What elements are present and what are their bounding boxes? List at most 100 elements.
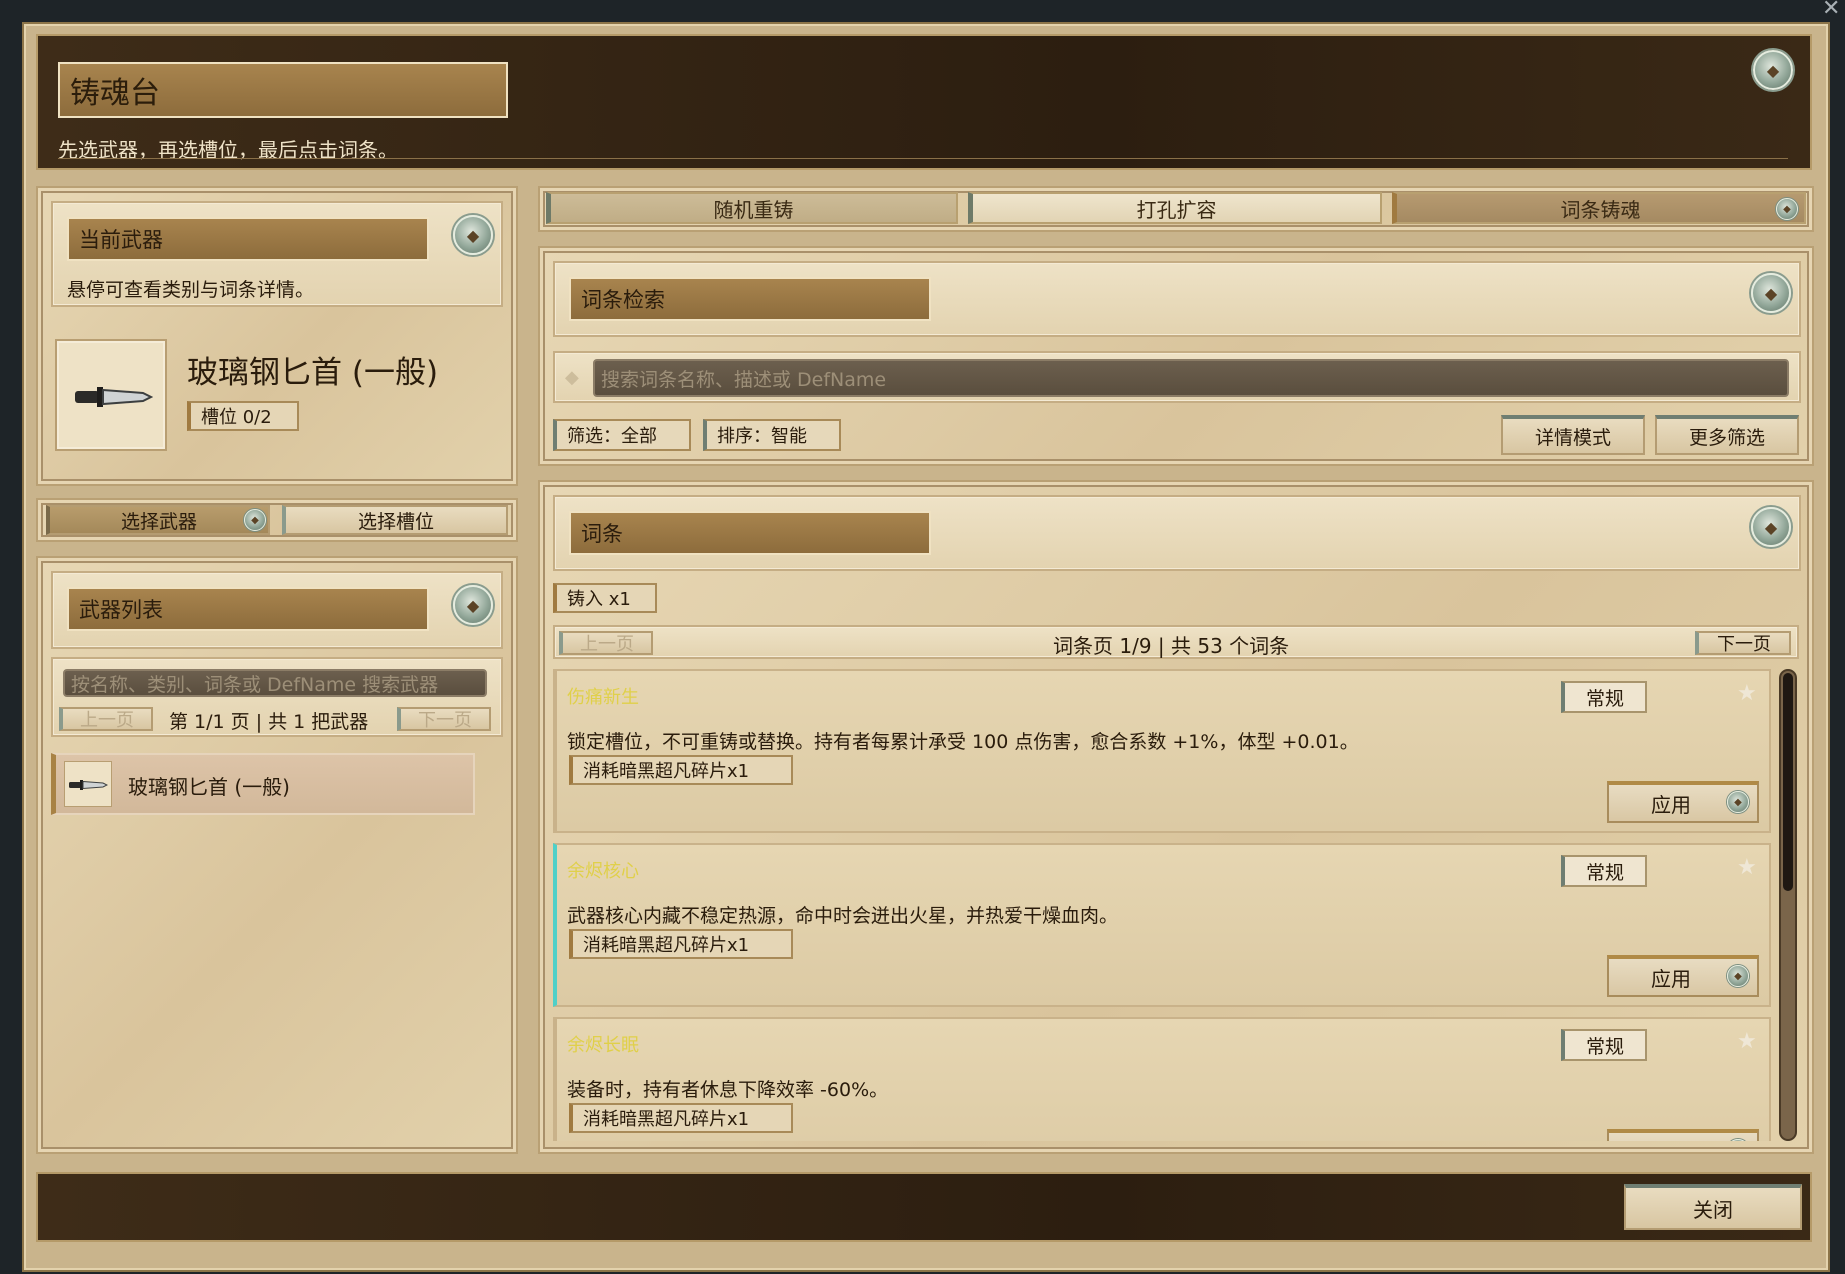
current-weapon-name: 玻璃钢匕首 (一般) <box>187 355 439 391</box>
header-emblem-icon: ◆ <box>1753 50 1793 90</box>
select-slot-tab[interactable]: 选择槽位 <box>282 505 508 535</box>
select-slot-label: 选择槽位 <box>357 510 434 533</box>
affix-entry[interactable]: 伤痛新生 常规 ★ 锁定槽位，不可重铸或替换。持有者每累计承受 100 点伤害，… <box>553 669 1771 833</box>
current-weapon-panel: 当前武器 ◆ 悬停可查看类别与词条详情。 玻璃钢匕首 (一般) 槽位 0/2 <box>38 188 516 484</box>
tab-affix-soulforge-label: 词条铸魂 <box>1560 197 1641 222</box>
affix-cost-badge: 消耗暗黑超凡碎片x1 <box>569 1103 793 1133</box>
weapon-page-info: 第 1/1 页 | 共 1 把武器 <box>169 711 369 733</box>
affix-next-page-button[interactable]: 下一页 <box>1695 631 1791 655</box>
tab-socket-expand-label: 打孔扩容 <box>1136 197 1217 222</box>
page-title: 铸魂台 <box>58 62 508 118</box>
weapon-next-page-button[interactable]: 下一页 <box>397 707 491 731</box>
apply-button-label: 应用 <box>1651 1137 1691 1142</box>
tab-affix-emblem-icon: ◆ <box>1776 198 1798 220</box>
affix-list-scrollbar-thumb[interactable] <box>1783 673 1793 891</box>
weapon-thumbnail[interactable] <box>57 341 165 449</box>
weapon-list-header: 武器列表 ◆ <box>51 571 503 649</box>
weapon-prev-page-label: 上一页 <box>80 710 134 731</box>
tab-affix-soulforge[interactable]: 词条铸魂 ◆ <box>1392 192 1806 224</box>
weapon-list-panel: 武器列表 ◆ 按名称、类别、词条或 DefName 搜索武器 上一页 第 1/1… <box>38 558 516 1152</box>
affix-list-viewport: 伤痛新生 常规 ★ 锁定槽位，不可重铸或替换。持有者每累计承受 100 点伤害，… <box>553 669 1803 1141</box>
affix-entry-title: 余烬长眠 <box>567 1035 639 1056</box>
affix-search-input[interactable]: 搜索词条名称、描述或 DefName <box>593 359 1789 397</box>
affix-list-header: 词条 ◆ <box>553 495 1801 571</box>
affix-entry-description: 武器核心内藏不稳定热源，命中时会迸出火星，并热爱干燥血肉。 <box>567 905 1119 927</box>
affix-cost-text: 消耗暗黑超凡碎片x1 <box>583 1109 750 1130</box>
affix-search-emblem-icon: ◆ <box>1751 273 1791 313</box>
affix-search-input-row: ◆ 搜索词条名称、描述或 DefName <box>553 351 1801 403</box>
weapon-next-page-label: 下一页 <box>418 710 472 731</box>
detail-mode-label: 详情模式 <box>1534 426 1611 449</box>
window-close-icon[interactable]: ✕ <box>1822 0 1845 22</box>
close-button-label: 关闭 <box>1693 1197 1733 1222</box>
apply-button[interactable]: 应用 ◆ <box>1607 781 1759 823</box>
select-weapon-tab[interactable]: 选择武器 ◆ <box>46 505 270 535</box>
tab-random-reforge[interactable]: 随机重铸 <box>546 192 958 224</box>
current-weapon-emblem-icon: ◆ <box>453 215 493 255</box>
favorite-star-icon[interactable]: ★ <box>1737 855 1757 880</box>
apply-button-label: 应用 <box>1651 966 1691 991</box>
slot-count-text: 槽位 0/2 <box>201 407 272 428</box>
affix-next-page-label: 下一页 <box>1717 634 1771 655</box>
affix-search-header: 词条检索 ◆ <box>553 261 1801 337</box>
page-title-text: 铸魂台 <box>70 76 160 111</box>
weapon-search-input[interactable]: 按名称、类别、词条或 DefName 搜索武器 <box>63 669 487 697</box>
favorite-star-icon[interactable]: ★ <box>1737 681 1757 706</box>
weapon-search-placeholder: 按名称、类别、词条或 DefName 搜索武器 <box>71 673 439 696</box>
affix-category-badge: 常规 <box>1561 681 1647 713</box>
sort-dropdown-label: 排序：智能 <box>717 426 807 447</box>
select-weapon-label: 选择武器 <box>120 510 197 533</box>
affix-list-scrollbar[interactable] <box>1779 669 1797 1141</box>
affix-category-text: 常规 <box>1585 687 1624 710</box>
affix-entry[interactable]: 余烬核心 常规 ★ 武器核心内藏不稳定热源，命中时会迸出火星，并热爱干燥血肉。 … <box>553 843 1771 1007</box>
cast-count-badge: 铸入 x1 <box>553 583 657 613</box>
affix-entry[interactable]: 余烬长眠 常规 ★ 装备时，持有者休息下降效率 -60%。 消耗暗黑超凡碎片x1… <box>553 1017 1771 1141</box>
search-diamond-icon: ◆ <box>565 367 579 388</box>
affix-category-text: 常规 <box>1585 861 1624 884</box>
affix-list-emblem-icon: ◆ <box>1751 507 1791 547</box>
affix-cost-text: 消耗暗黑超凡碎片x1 <box>583 935 750 956</box>
weapon-list-item-thumbnail <box>64 761 112 807</box>
filter-dropdown[interactable]: 筛选：全部 <box>553 419 691 451</box>
affix-category-badge: 常规 <box>1561 1029 1647 1061</box>
cast-count-text: 铸入 x1 <box>567 589 631 610</box>
more-filters-button[interactable]: 更多筛选 <box>1655 415 1799 455</box>
close-button[interactable]: 关闭 <box>1624 1184 1802 1230</box>
affix-entry-description: 锁定槽位，不可重铸或替换。持有者每累计承受 100 点伤害，愈合系数 +1%，体… <box>567 731 1359 753</box>
tab-random-reforge-label: 随机重铸 <box>713 197 794 222</box>
affix-page-info: 词条页 1/9 | 共 53 个词条 <box>1053 634 1290 658</box>
select-weapon-emblem-icon: ◆ <box>244 509 266 531</box>
dagger-icon <box>69 780 108 790</box>
affix-entry-title: 余烬核心 <box>567 861 639 882</box>
detail-mode-button[interactable]: 详情模式 <box>1501 415 1645 455</box>
affix-category-text: 常规 <box>1585 1035 1624 1058</box>
apply-button-label: 应用 <box>1651 792 1691 817</box>
slot-count-badge: 槽位 0/2 <box>187 401 299 431</box>
current-weapon-header: 当前武器 ◆ 悬停可查看类别与词条详情。 <box>51 201 503 307</box>
affix-entry-title: 伤痛新生 <box>567 687 639 708</box>
apply-emblem-icon: ◆ <box>1727 965 1749 987</box>
affix-prev-page-label: 上一页 <box>580 634 634 655</box>
weapon-list-emblem-icon: ◆ <box>453 585 493 625</box>
affix-search-placeholder: 搜索词条名称、描述或 DefName <box>601 368 887 391</box>
weapon-list-item[interactable]: 玻璃钢匕首 (一般) <box>51 753 475 815</box>
apply-emblem-icon: ◆ <box>1727 1139 1749 1141</box>
affix-cost-badge: 消耗暗黑超凡碎片x1 <box>569 755 793 785</box>
header-band: 铸魂台 先选武器，再选槽位，最后点击词条。 ◆ <box>36 34 1812 170</box>
apply-emblem-icon: ◆ <box>1727 791 1749 813</box>
tab-socket-expand[interactable]: 打孔扩容 <box>968 192 1382 224</box>
apply-button[interactable]: 应用 ◆ <box>1607 1129 1759 1141</box>
affix-search-title: 词条检索 <box>569 277 931 321</box>
sort-dropdown[interactable]: 排序：智能 <box>703 419 841 451</box>
filter-dropdown-label: 筛选：全部 <box>567 426 657 447</box>
favorite-star-icon[interactable]: ★ <box>1737 1029 1757 1054</box>
weapon-prev-page-button[interactable]: 上一页 <box>59 707 153 731</box>
affix-prev-page-button[interactable]: 上一页 <box>559 631 653 655</box>
apply-button[interactable]: 应用 ◆ <box>1607 955 1759 997</box>
affix-pagination-bar: 上一页 词条页 1/9 | 共 53 个词条 下一页 <box>553 625 1799 659</box>
affix-category-badge: 常规 <box>1561 855 1647 887</box>
weapon-list-item-name: 玻璃钢匕首 (一般) <box>128 775 290 799</box>
weapon-list-title: 武器列表 <box>67 587 429 631</box>
affix-search-panel: 词条检索 ◆ ◆ 搜索词条名称、描述或 DefName 筛选：全部 排序：智能 … <box>540 248 1812 464</box>
affix-cost-badge: 消耗暗黑超凡碎片x1 <box>569 929 793 959</box>
